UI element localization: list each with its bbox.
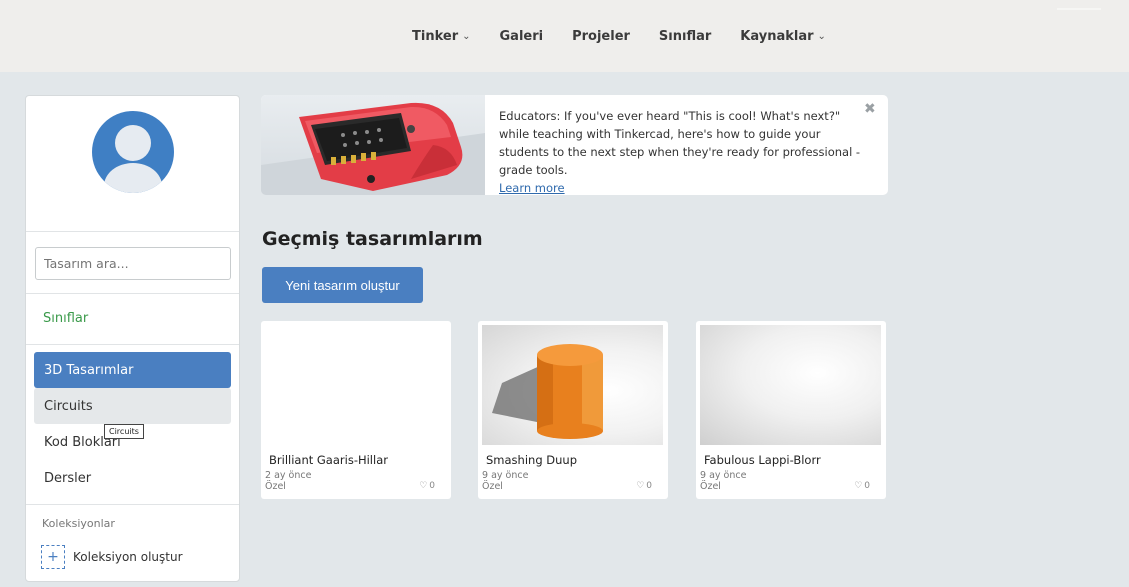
like-count-value: 0 [864,481,870,491]
create-collection-label: Koleksiyon oluştur [73,550,183,564]
educators-banner: Educators: If you've ever heard "This is… [261,95,888,195]
design-thumbnail [482,325,663,445]
divider [26,293,239,294]
cylinder-render [492,344,603,439]
like-count-value: 0 [429,481,435,491]
design-name: Brilliant Gaaris-Hillar [269,453,388,467]
top-nav: Tinker ⌄ Galeri Projeler Sınıflar Kaynak… [0,0,1129,72]
nav-item-label: Projeler [572,28,630,44]
nav-item-gallery[interactable]: Galeri [500,29,544,44]
nav-item-resources[interactable]: Kaynaklar ⌄ [740,29,826,44]
nav-menu: Tinker ⌄ Galeri Projeler Sınıflar Kaynak… [412,0,855,72]
design-visibility: Özel [265,481,286,492]
sidebar-item-3d-designs[interactable]: 3D Tasarımlar [34,352,231,388]
chevron-down-icon: ⌄ [462,30,471,42]
plus-icon: + [41,545,65,569]
like-count-value: 0 [646,481,652,491]
user-avatar-icon[interactable] [92,111,174,193]
design-name: Fabulous Lappi-Blorr [704,453,821,467]
new-design-button[interactable]: Yeni tasarım oluştur [262,267,423,303]
divider [26,504,239,505]
avatar-body [104,163,162,193]
nav-item-label: Galeri [499,28,544,44]
learn-more-link[interactable]: Learn more [499,181,565,195]
design-time: 9 ay önce [700,470,747,481]
nav-item-label: Tinker [412,28,459,44]
design-thumbnail [265,325,446,445]
microbit-image [261,95,485,195]
like-count[interactable]: ♡ 0 [419,481,435,491]
banner-text: Educators: If you've ever heard "This is… [499,107,874,195]
sidebar-item-circuits[interactable]: Circuits [34,388,231,424]
design-card[interactable]: Fabulous Lappi-Blorr 9 ay önce Özel ♡ 0 [696,321,886,499]
design-name: Smashing Duup [486,453,578,467]
design-visibility: Özel [700,481,721,492]
sidebar-item-label: Dersler [44,470,92,486]
sidebar-link-classes[interactable]: Sınıflar [43,311,88,326]
like-count[interactable]: ♡ 0 [636,481,652,491]
design-thumbnail [700,325,881,445]
nav-item-projects[interactable]: Projeler [572,29,630,44]
design-search-input[interactable] [35,247,231,280]
design-time: 2 ay önce [265,470,312,481]
divider [26,344,239,345]
sidebar-item-label: 3D Tasarımlar [44,362,134,378]
create-collection-button[interactable]: + Koleksiyon oluştur [41,545,183,569]
nav-item-label: Kaynaklar [740,28,814,44]
like-count[interactable]: ♡ 0 [854,481,870,491]
heart-icon: ♡ [419,481,428,491]
design-visibility: Özel [482,481,503,492]
divider [26,231,239,232]
nav-item-tinker[interactable]: Tinker ⌄ [412,29,471,44]
design-card[interactable]: Brilliant Gaaris-Hillar 2 ay önce Özel ♡… [261,321,451,499]
close-icon[interactable]: ✖ [864,102,876,116]
collections-heading: Koleksiyonlar [42,517,115,530]
chevron-down-icon: ⌄ [817,30,826,42]
heart-icon: ♡ [636,481,645,491]
design-time: 9 ay önce [482,470,529,481]
avatar-head [115,125,151,161]
nav-divider [1057,8,1101,10]
tooltip: Circuits [104,424,144,439]
design-card[interactable]: Smashing Duup 9 ay önce Özel ♡ 0 [478,321,668,499]
nav-item-classes[interactable]: Sınıflar [659,29,711,44]
sidebar-item-lessons[interactable]: Dersler [34,460,231,496]
nav-item-label: Sınıflar [658,28,712,44]
page-title: Geçmiş tasarımlarım [262,228,483,250]
sidebar: Sınıflar 3D Tasarımlar Circuits Kod Blok… [25,95,240,582]
microbit-illustration [261,102,485,195]
sidebar-item-label: Circuits [44,398,93,414]
heart-icon: ♡ [854,481,863,491]
banner-message: Educators: If you've ever heard "This is… [499,109,861,177]
